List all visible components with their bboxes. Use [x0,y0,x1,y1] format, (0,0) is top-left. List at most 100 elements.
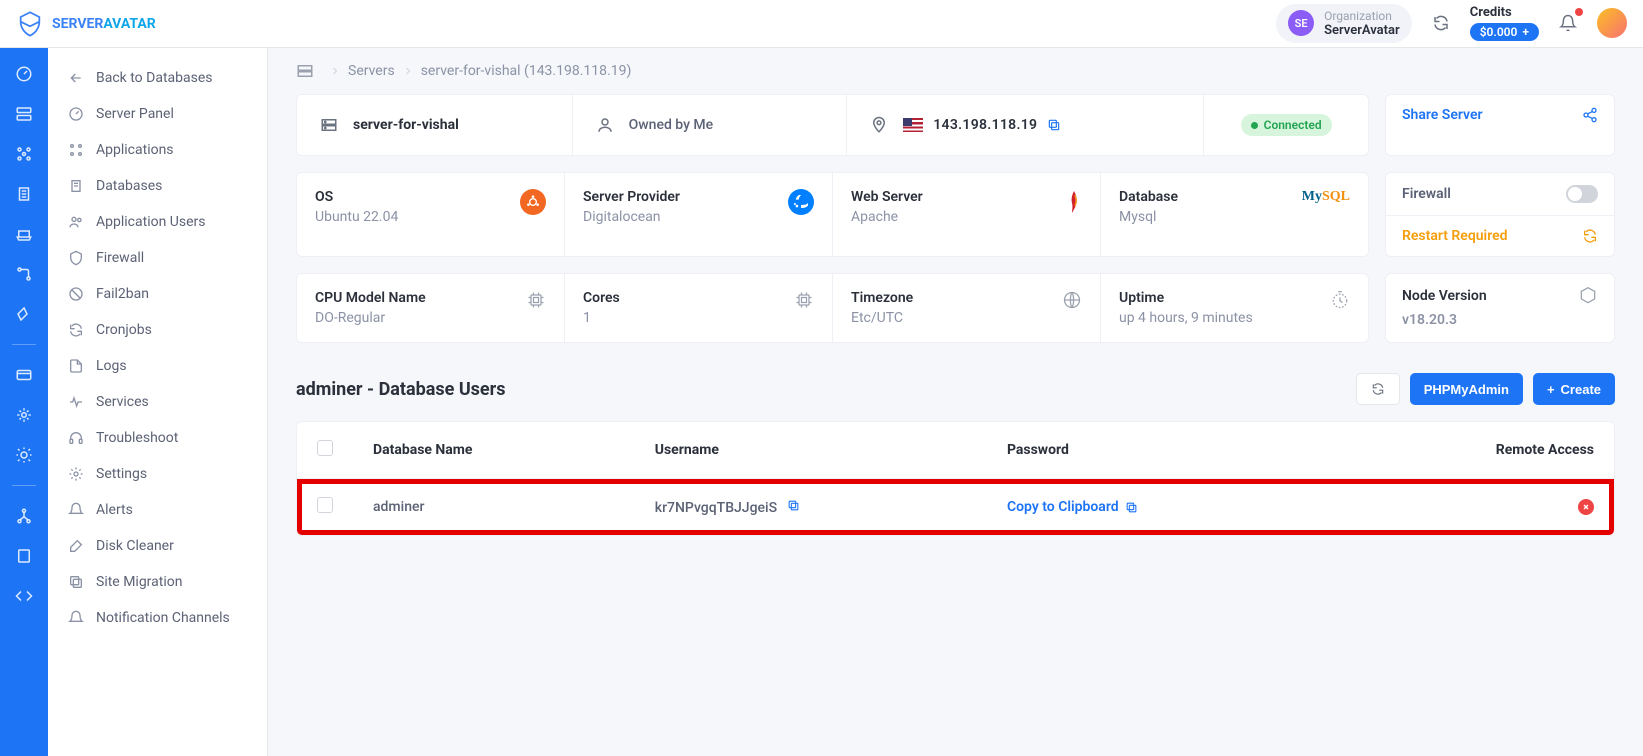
table-row[interactable]: adminer kr7NPvgqTBJJgeiS Copy to Clipboa… [297,479,1614,535]
sidebar-item-settings[interactable]: Settings [48,456,267,492]
sidebar-item-alerts[interactable]: Alerts [48,492,267,528]
webserver-value: Apache [851,209,923,225]
cpu-icon [526,290,546,310]
sidebar-item-services[interactable]: Services [48,384,267,420]
copy-ip-icon[interactable] [1047,118,1061,132]
select-all-checkbox[interactable] [317,440,333,456]
sidebar-item-disk-cleaner[interactable]: Disk Cleaner [48,528,267,564]
breadcrumb: Servers server-for-vishal (143.198.118.1… [268,48,1643,94]
user-avatar[interactable] [1597,8,1627,38]
node-label: Node Version [1402,288,1487,304]
status-dot-icon [1251,122,1258,129]
stopwatch-icon [1330,290,1350,310]
firewall-card: Firewall Restart Required [1385,172,1615,257]
shield-icon [68,250,84,266]
rail-cluster-icon[interactable] [14,506,34,526]
copy-username-icon[interactable] [787,499,800,512]
gauge-icon [68,106,84,122]
sidebar-item-firewall[interactable]: Firewall [48,240,267,276]
sidebar-item-cronjobs[interactable]: Cronjobs [48,312,267,348]
share-server-button[interactable]: Share Server [1386,95,1614,135]
share-icon [1582,107,1598,123]
content: Servers server-for-vishal (143.198.118.1… [268,48,1643,756]
sidebar-item-troubleshoot[interactable]: Troubleshoot [48,420,267,456]
th-password: Password [1007,442,1359,458]
logo[interactable]: SERVERAVATAR [16,10,156,38]
section-title: adminer - Database Users [296,379,506,400]
phpmyadmin-button[interactable]: PHPMyAdmin [1410,373,1523,405]
cpu-label: CPU Model Name [315,290,426,306]
provider-label: Server Provider [583,189,680,205]
firewall-toggle[interactable] [1566,185,1598,203]
remote-access-deny-icon[interactable] [1578,499,1594,515]
webserver-label: Web Server [851,189,923,205]
ubuntu-icon [520,189,546,215]
database-users-table: Database Name Username Password Remote A… [296,421,1615,536]
create-label: Create [1561,382,1601,397]
server-metrics-card: CPU Model Name DO-Regular Cores [296,273,1369,343]
bell-icon [68,502,84,518]
restart-required-row[interactable]: Restart Required [1386,215,1614,256]
rail-db-icon[interactable] [14,184,34,204]
credits-pill[interactable]: $0.000 + [1470,23,1539,41]
sidebar-item-notification-channels[interactable]: Notification Channels [48,600,267,636]
refresh-button[interactable] [1428,10,1454,36]
rail-code-icon[interactable] [14,586,34,606]
ban-icon [68,286,84,302]
rail-integrations-icon[interactable] [14,405,34,425]
breadcrumb-current: server-for-vishal (143.198.118.19) [421,63,632,79]
apps-icon [68,142,84,158]
sidebar: Back to Databases Server Panel Applicati… [48,48,268,756]
restart-label: Restart Required [1402,228,1508,244]
sidebar-label: Services [96,394,149,410]
firewall-label: Firewall [1402,186,1451,202]
server-info-card: OS Ubuntu 22.04 Server Provider [296,172,1369,257]
sidebar-label: Back to Databases [96,70,212,86]
notifications-button[interactable] [1555,10,1581,36]
clone-icon [68,574,84,590]
firewall-toggle-row[interactable]: Firewall [1386,173,1614,215]
breadcrumb-home-icon[interactable] [296,62,314,80]
rail-monitor-icon[interactable] [14,304,34,324]
breadcrumb-servers[interactable]: Servers [348,63,395,79]
sidebar-item-application-users[interactable]: Application Users [48,204,267,240]
rail-servers-icon[interactable] [14,104,34,124]
sidebar-item-logs[interactable]: Logs [48,348,267,384]
sidebar-item-server-panel[interactable]: Server Panel [48,96,267,132]
rail-docs-icon[interactable] [14,546,34,566]
rail-storage-icon[interactable] [14,224,34,244]
server-name: server-for-vishal [353,117,459,133]
flag-us-icon [903,118,923,132]
organization-selector[interactable]: SE Organization ServerAvatar [1276,4,1412,44]
nodejs-icon [1578,286,1598,306]
headset-icon [68,430,84,446]
copy-password-button[interactable]: Copy to Clipboard [1007,499,1359,515]
sidebar-item-back-to-databases[interactable]: Back to Databases [48,60,267,96]
sidebar-item-applications[interactable]: Applications [48,132,267,168]
create-button[interactable]: + Create [1533,373,1615,405]
os-value: Ubuntu 22.04 [315,209,398,225]
rail-divider-2 [12,485,36,486]
sidebar-item-fail2ban[interactable]: Fail2ban [48,276,267,312]
rail-apps-icon[interactable] [14,144,34,164]
sidebar-label: Cronjobs [96,322,152,338]
database-value: Mysql [1119,209,1178,225]
refresh-table-button[interactable] [1356,373,1400,405]
sidebar-item-databases[interactable]: Databases [48,168,267,204]
sidebar-label: Fail2ban [96,286,149,302]
credits[interactable]: Credits $0.000 + [1470,5,1539,41]
topbar-right: SE Organization ServerAvatar Credits $0.… [1276,4,1627,44]
cores-icon [794,290,814,310]
logo-icon [16,10,44,38]
rail-settings-icon[interactable] [14,445,34,465]
provider-value: Digitalocean [583,209,680,225]
share-server-label: Share Server [1402,107,1483,123]
row-checkbox[interactable] [317,497,333,513]
rail-dashboard-icon[interactable] [14,64,34,84]
sidebar-label: Application Users [96,214,205,230]
share-server-card: Share Server [1385,94,1615,156]
rail-network-icon[interactable] [14,264,34,284]
mysql-icon: MySQL [1302,189,1350,205]
rail-billing-icon[interactable] [14,365,34,385]
sidebar-item-site-migration[interactable]: Site Migration [48,564,267,600]
